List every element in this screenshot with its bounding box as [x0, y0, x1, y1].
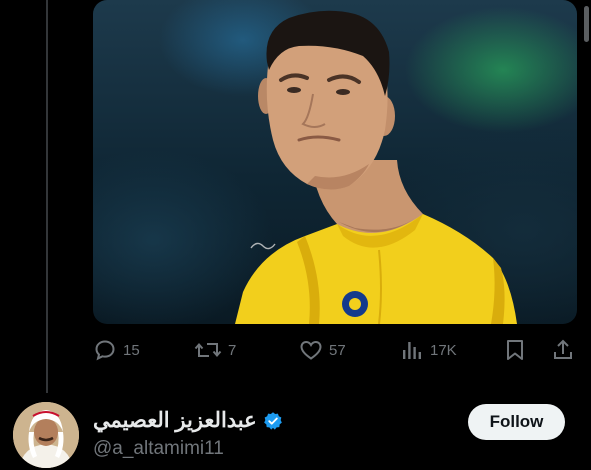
player-illustration [235, 10, 517, 324]
verified-badge-icon [263, 411, 283, 431]
retweet-count: 7 [228, 341, 237, 359]
tweet-media-photo[interactable] [93, 0, 577, 324]
bookmark-button[interactable] [504, 336, 526, 364]
share-icon [554, 339, 572, 359]
tweet-action-bar: 15 7 57 17K [93, 336, 577, 364]
reply-button[interactable]: 15 [93, 336, 140, 364]
author-handle[interactable]: @a_altamimi11 [93, 438, 224, 460]
views-count: 17K [430, 341, 457, 359]
author-display-name[interactable]: عبدالعزيز العصيمي [93, 408, 257, 433]
signature-watermark-icon [250, 242, 276, 250]
share-button[interactable] [551, 336, 575, 364]
bookmark-icon [507, 340, 523, 360]
views-button[interactable]: 17K [400, 336, 457, 364]
reply-count: 15 [123, 341, 140, 359]
like-count: 57 [329, 341, 346, 359]
follow-button[interactable]: Follow [468, 404, 565, 440]
reply-icon [95, 340, 115, 361]
views-icon [403, 342, 421, 359]
avatar-photo [13, 402, 79, 468]
author-card: عبدالعزيز العصيمي @a_altamimi11 Follow [0, 392, 591, 470]
author-name-row[interactable]: عبدالعزيز العصيمي [93, 408, 283, 433]
heart-icon [300, 340, 322, 360]
retweet-button[interactable]: 7 [194, 336, 236, 364]
avatar[interactable] [13, 402, 79, 468]
thread-connector-line [46, 0, 48, 393]
scrollbar-thumb[interactable] [584, 6, 589, 42]
like-button[interactable]: 57 [299, 336, 346, 364]
retweet-icon [194, 342, 222, 358]
